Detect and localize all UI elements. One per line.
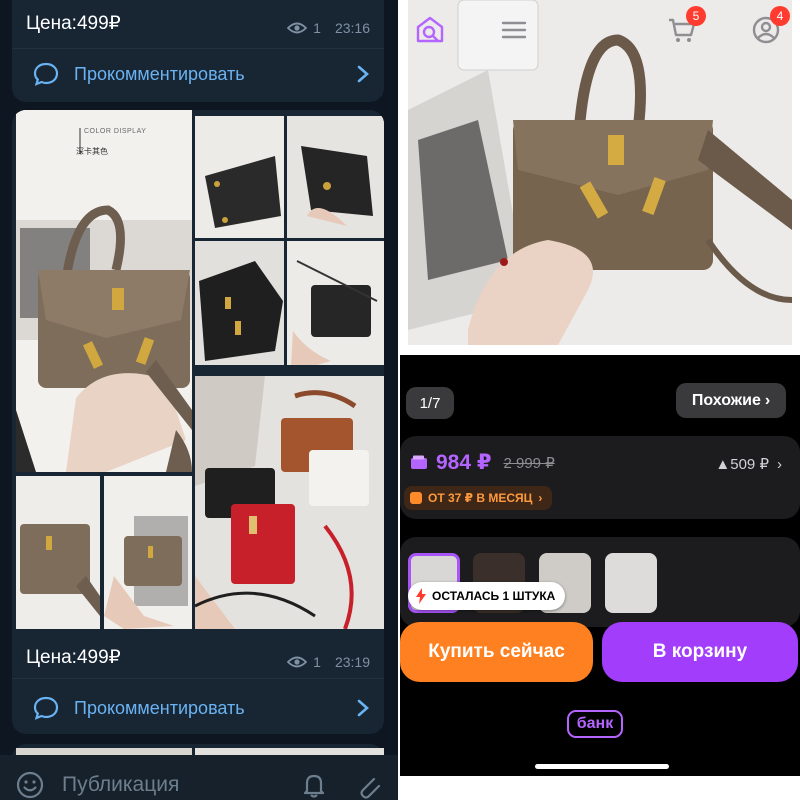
photo-caption-line1: COLOR DISPLAY: [84, 128, 147, 135]
menu-icon[interactable]: [498, 14, 530, 46]
album-photo[interactable]: [195, 241, 284, 365]
post-meta: 1 23:16: [287, 20, 370, 36]
stock-badge: ОСТАЛАСЬ 1 ШТУКА: [408, 582, 566, 610]
product-gallery[interactable]: [400, 0, 800, 355]
handbag-photo: [195, 376, 384, 629]
price-card: 984 ₽ 2 999 ₽ ▲509 ₽ › ОТ 37 ₽ В МЕСЯЦ ›: [400, 436, 800, 519]
installment-badge[interactable]: ОТ 37 ₽ В МЕСЯЦ ›: [404, 486, 553, 510]
view-count: 1: [313, 654, 321, 670]
album-photo[interactable]: [195, 376, 384, 629]
profile-badge: 4: [770, 6, 790, 26]
comment-bubble-icon: [33, 696, 59, 720]
handbag-photo: [195, 116, 284, 238]
handbag-photo: [408, 0, 792, 345]
similar-label: Похожие: [691, 391, 761, 409]
photo-caption-line2: 深卡其色: [76, 147, 108, 156]
post-time: 23:16: [334, 20, 370, 36]
handbag-photo: [287, 241, 384, 365]
product-photo[interactable]: [408, 0, 792, 345]
cashback-link[interactable]: ▲509 ₽ ›: [715, 455, 782, 474]
add-to-cart-button[interactable]: В корзину: [602, 622, 798, 682]
album-photo[interactable]: COLOR DISPLAY 深卡其色: [16, 110, 192, 472]
post-bubble: Цена:499₽ 1 23:16 Прокомментировать: [12, 0, 384, 102]
stock-label: ОСТАЛАСЬ 1 ШТУКА: [432, 589, 556, 603]
post-meta: 1 23:19: [287, 654, 370, 670]
lightning-icon: [416, 588, 426, 604]
emoji-icon[interactable]: [14, 769, 46, 800]
comment-button[interactable]: Прокомментировать: [12, 688, 384, 728]
handbag-photo: [104, 476, 192, 629]
current-price: 984 ₽: [436, 451, 492, 474]
screen-bottom: [400, 776, 800, 800]
marketplace-product-page: 1/7 Похожие › 984 ₽ 2 999 ₽ ▲509 ₽ › ОТ …: [400, 0, 800, 800]
handbag-photo: [195, 241, 284, 365]
cashback-amount: ▲509 ₽: [715, 456, 769, 473]
post-price: Цена:499₽: [26, 13, 121, 34]
handbag-photo: [287, 116, 384, 238]
old-price: 2 999 ₽: [503, 454, 555, 472]
installment-icon: [410, 492, 422, 504]
divider: [12, 48, 384, 49]
comment-label: Прокомментировать: [74, 63, 245, 84]
composer-input[interactable]: Публикация: [62, 773, 298, 797]
buy-now-button[interactable]: Купить сейчас: [400, 622, 593, 682]
cart-badge: 5: [686, 6, 706, 26]
wallet-icon: [411, 455, 427, 469]
chevron-right-icon: ›: [764, 391, 771, 409]
message-composer: Публикация: [0, 755, 398, 800]
album-photo[interactable]: [16, 476, 100, 629]
chevron-right-icon: [357, 699, 369, 717]
chevron-right-icon: ›: [777, 455, 782, 473]
telegram-channel: Цена:499₽ 1 23:16 Прокомментировать COLO…: [0, 0, 398, 800]
album-photo[interactable]: [287, 116, 384, 238]
variant-thumbnail[interactable]: [605, 553, 657, 613]
attach-icon[interactable]: [352, 769, 384, 800]
comment-button[interactable]: Прокомментировать: [12, 54, 384, 94]
view-count: 1: [313, 20, 321, 36]
comment-bubble-icon: [33, 62, 59, 86]
home-indicator: [535, 764, 669, 769]
profile-tab[interactable]: 4: [750, 6, 790, 46]
cart-tab[interactable]: 5: [666, 6, 706, 46]
chevron-right-icon: [357, 65, 369, 83]
search-catalog-icon[interactable]: [414, 14, 446, 46]
post-bubble: COLOR DISPLAY 深卡其色 Цена:499₽ 1 23:19 Про…: [12, 110, 384, 734]
comment-label: Прокомментировать: [74, 697, 245, 718]
handbag-photo: [16, 110, 192, 472]
handbag-photo: [16, 476, 100, 629]
post-time: 23:19: [334, 654, 370, 670]
post-price: Цена:499₽: [26, 647, 121, 668]
bell-icon[interactable]: [298, 769, 330, 800]
divider: [12, 678, 384, 679]
eye-icon: [287, 22, 308, 34]
similar-button[interactable]: Похожие ›: [676, 383, 786, 418]
eye-icon: [287, 656, 308, 668]
gallery-counter: 1/7: [406, 387, 454, 419]
album-photo[interactable]: [287, 241, 384, 365]
album-photo[interactable]: [195, 116, 284, 238]
installment-label: ОТ 37 ₽ В МЕСЯЦ: [428, 491, 533, 505]
chevron-right-icon: ›: [538, 491, 543, 505]
album-photo[interactable]: [104, 476, 192, 629]
bank-tab[interactable]: банк: [567, 710, 623, 738]
